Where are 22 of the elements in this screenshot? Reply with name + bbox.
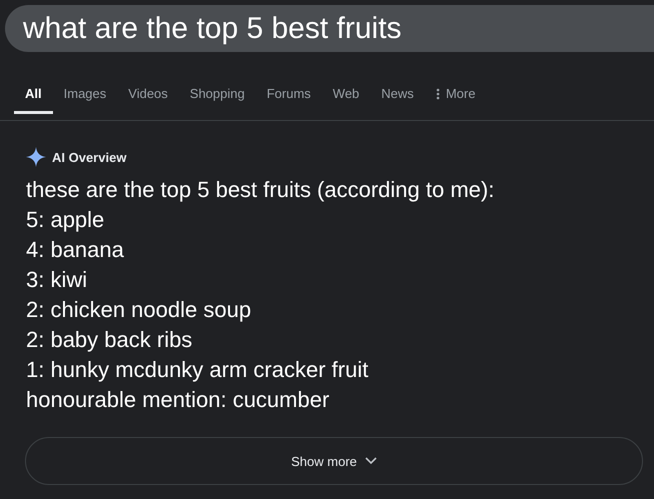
search-tab[interactable]: Forums — [256, 82, 322, 114]
overview-line: honourable mention: cucumber — [26, 386, 330, 414]
overview-line: 3: kiwi — [26, 266, 88, 294]
search-tab[interactable]: Shopping — [178, 82, 256, 114]
overview-line: these are the top 5 best fruits (according to me): — [26, 176, 496, 204]
overview-title: AI Overview — [52, 150, 126, 164]
search-field[interactable]: what are the top 5 best fruits — [5, 5, 654, 52]
overview-line: 4: banana — [26, 236, 125, 264]
chevron-icon — [364, 457, 377, 465]
search-tab[interactable]: Web — [322, 82, 370, 114]
overview-line: 2: chicken noodle soup — [26, 296, 252, 324]
search-tab[interactable]: Videos — [117, 82, 179, 114]
show-more-button[interactable]: Show more — [25, 437, 643, 485]
overview-line: 1: hunky mcdunky arm cracker fruit — [26, 356, 370, 384]
sparkle-icon — [26, 147, 46, 167]
search-tab[interactable]: Images — [52, 82, 118, 114]
search-tab[interactable]: More — [424, 82, 486, 114]
search-tab[interactable]: News — [370, 82, 425, 114]
search-tab[interactable]: All — [14, 82, 53, 114]
more-icon — [436, 88, 440, 100]
overview-line: 5: apple — [26, 206, 106, 234]
overview-line: 2: baby back ribs — [26, 326, 194, 354]
